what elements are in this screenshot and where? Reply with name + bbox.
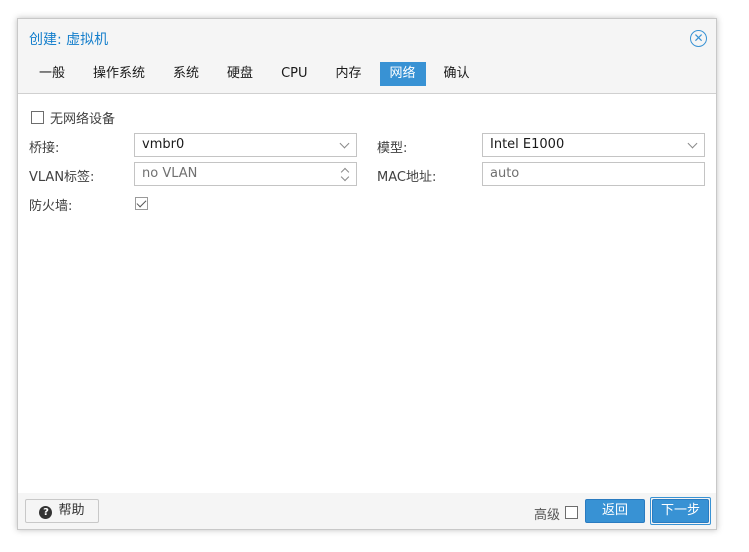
bridge-select[interactable]: vmbr0 bbox=[134, 133, 357, 157]
no-network-label: 无网络设备 bbox=[50, 112, 116, 127]
network-panel: 无网络设备 桥接: vmbr0 模型: Intel E1000 VLAN标签: … bbox=[18, 93, 716, 493]
bridge-value: vmbr0 bbox=[142, 137, 185, 152]
next-button-focus: 下一步 bbox=[650, 497, 711, 525]
dialog-title: 创建: 虚拟机 bbox=[29, 32, 109, 48]
chevron-down-icon[interactable] bbox=[687, 138, 698, 149]
chevron-down-icon[interactable] bbox=[339, 138, 350, 149]
tab-network[interactable]: 网络 bbox=[379, 62, 426, 86]
firewall-label: 防火墙: bbox=[29, 199, 73, 214]
tab-system[interactable]: 系统 bbox=[163, 62, 209, 86]
help-icon: ? bbox=[39, 506, 53, 519]
firewall-checkbox[interactable] bbox=[135, 197, 148, 210]
tab-os[interactable]: 操作系统 bbox=[83, 62, 155, 86]
bridge-label: 桥接: bbox=[29, 141, 60, 156]
mac-field[interactable]: auto bbox=[482, 162, 705, 186]
wizard-tabs: 一般 操作系统 系统 硬盘 CPU 内存 网络 确认 bbox=[29, 62, 488, 86]
tab-memory[interactable]: 内存 bbox=[326, 62, 372, 86]
vlan-placeholder: no VLAN bbox=[142, 166, 198, 181]
vlan-field[interactable]: no VLAN bbox=[134, 162, 357, 186]
dialog-titlebar: 创建: 虚拟机 ✕ bbox=[18, 19, 716, 61]
tab-confirm[interactable]: 确认 bbox=[434, 62, 480, 86]
close-icon[interactable]: ✕ bbox=[690, 30, 707, 47]
tab-cpu[interactable]: CPU bbox=[271, 62, 317, 86]
vlan-label: VLAN标签: bbox=[29, 170, 95, 185]
tab-general[interactable]: 一般 bbox=[29, 62, 75, 86]
spin-down-icon[interactable] bbox=[340, 172, 350, 182]
back-button[interactable]: 返回 bbox=[585, 499, 645, 523]
mac-value: auto bbox=[490, 166, 520, 181]
mac-label: MAC地址: bbox=[377, 170, 437, 185]
no-network-checkbox[interactable] bbox=[31, 111, 44, 124]
model-value: Intel E1000 bbox=[490, 137, 565, 152]
help-button[interactable]: ? 帮助 bbox=[25, 499, 99, 523]
help-label: 帮助 bbox=[58, 503, 85, 518]
model-label: 模型: bbox=[377, 141, 408, 156]
next-button[interactable]: 下一步 bbox=[652, 499, 709, 523]
create-vm-dialog: 创建: 虚拟机 ✕ 一般 操作系统 系统 硬盘 CPU 内存 网络 确认 无网络… bbox=[17, 18, 717, 530]
tab-disk[interactable]: 硬盘 bbox=[217, 62, 263, 86]
dialog-footer: ? 帮助 高级 返回 下一步 bbox=[18, 493, 716, 529]
advanced-label: 高级 bbox=[534, 508, 561, 523]
advanced-checkbox[interactable] bbox=[565, 506, 578, 519]
model-select[interactable]: Intel E1000 bbox=[482, 133, 705, 157]
